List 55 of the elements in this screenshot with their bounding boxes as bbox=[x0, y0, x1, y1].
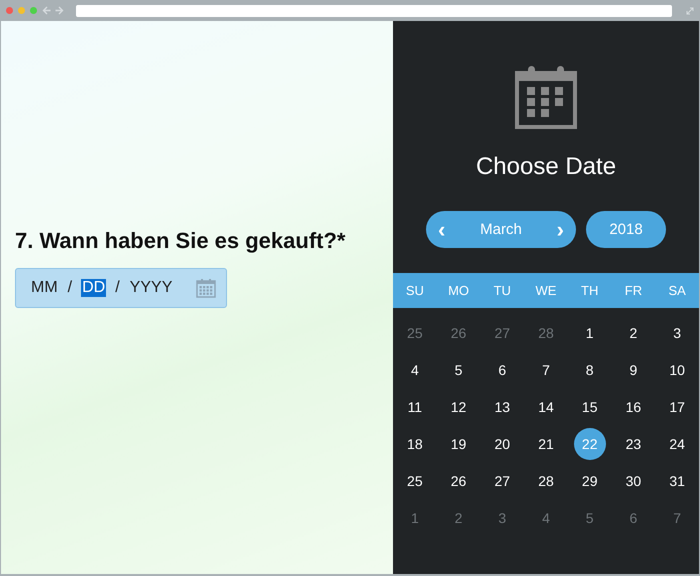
day-button[interactable]: 2 bbox=[617, 316, 650, 348]
weekday-label: SA bbox=[667, 283, 687, 298]
day-button[interactable]: 31 bbox=[661, 464, 694, 496]
day-button[interactable]: 18 bbox=[398, 428, 431, 460]
day-button[interactable]: 10 bbox=[661, 354, 694, 386]
calendar-icon bbox=[515, 65, 577, 129]
day-button[interactable]: 15 bbox=[574, 390, 606, 422]
day-button[interactable]: 24 bbox=[661, 428, 694, 460]
back-icon[interactable] bbox=[42, 6, 51, 15]
weekday-label: SU bbox=[404, 283, 425, 298]
calendar-icon[interactable] bbox=[196, 278, 216, 298]
day-button[interactable]: 16 bbox=[617, 390, 650, 422]
month-label: March bbox=[480, 221, 522, 238]
forward-icon[interactable] bbox=[55, 6, 64, 15]
date-field[interactable]: MM / DD / YYYY bbox=[15, 268, 227, 308]
expand-icon[interactable] bbox=[686, 6, 694, 14]
day-button[interactable]: 9 bbox=[617, 354, 650, 386]
date-separator: / bbox=[115, 278, 120, 296]
day-button[interactable]: 1 bbox=[574, 316, 606, 348]
weekday-label: WE bbox=[534, 283, 558, 298]
day-button[interactable]: 17 bbox=[661, 390, 694, 422]
minimize-dot[interactable] bbox=[18, 7, 25, 14]
picker-title: Choose Date bbox=[476, 153, 616, 181]
close-dot[interactable] bbox=[6, 7, 13, 14]
date-segment[interactable]: YYYY bbox=[128, 278, 174, 296]
day-button[interactable]: 6 bbox=[486, 354, 518, 386]
date-segment[interactable]: DD bbox=[81, 278, 106, 296]
weekday-label: TU bbox=[492, 283, 512, 298]
maximize-dot[interactable] bbox=[30, 7, 37, 14]
day-button[interactable]: 26 bbox=[442, 464, 475, 496]
day-button[interactable]: 25 bbox=[398, 464, 431, 496]
day-button[interactable]: 23 bbox=[617, 428, 650, 460]
day-button[interactable]: 3 bbox=[661, 316, 694, 348]
address-bar[interactable] bbox=[76, 4, 672, 16]
day-button[interactable]: 30 bbox=[617, 464, 650, 496]
day-button[interactable]: 21 bbox=[530, 428, 562, 460]
day-button[interactable]: 12 bbox=[442, 390, 475, 422]
day-button[interactable]: 8 bbox=[574, 354, 606, 386]
question-title: 7. Wann haben Sie es gekauft?* bbox=[15, 228, 346, 254]
weekday-label: TH bbox=[580, 283, 600, 298]
day-button[interactable]: 14 bbox=[530, 390, 562, 422]
date-segment[interactable]: MM bbox=[30, 278, 59, 296]
day-button[interactable]: 5 bbox=[442, 354, 475, 386]
day-button[interactable]: 11 bbox=[398, 390, 431, 422]
day-button[interactable]: 27 bbox=[486, 464, 518, 496]
day-button[interactable]: 28 bbox=[530, 464, 562, 496]
weekday-label: MO bbox=[447, 283, 470, 298]
day-button[interactable]: 29 bbox=[574, 464, 606, 496]
day-button[interactable]: 19 bbox=[442, 428, 475, 460]
day-button[interactable]: 4 bbox=[398, 354, 431, 386]
day-button[interactable]: 20 bbox=[486, 428, 518, 460]
day-button[interactable]: 13 bbox=[486, 390, 518, 422]
weekday-label: FR bbox=[624, 283, 644, 298]
date-separator: / bbox=[68, 278, 72, 296]
day-button[interactable]: 7 bbox=[530, 354, 562, 386]
